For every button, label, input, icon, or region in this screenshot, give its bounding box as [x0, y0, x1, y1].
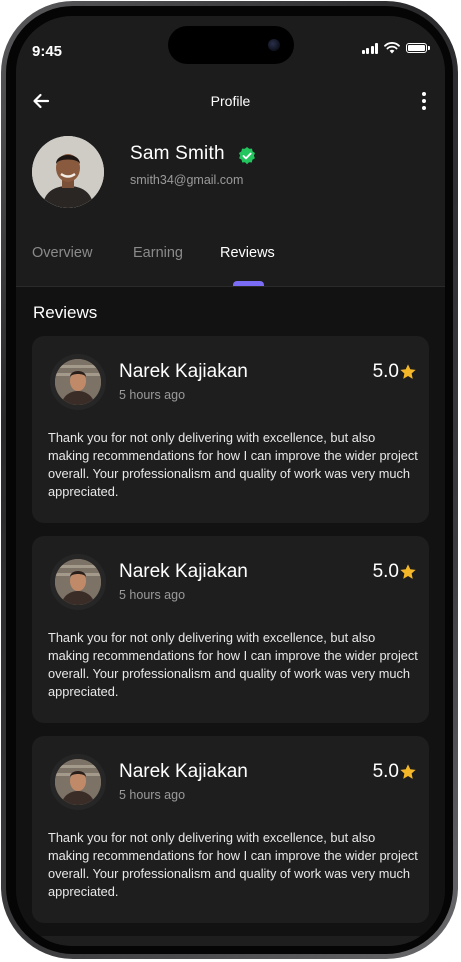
review-time: 5 hours ago	[119, 588, 186, 602]
review-time: 5 hours ago	[119, 388, 186, 402]
wifi-icon	[384, 42, 400, 54]
camera-icon	[268, 39, 280, 51]
star-icon	[400, 364, 416, 379]
tab-earning[interactable]: Earning	[133, 245, 183, 261]
review-card-partial	[32, 936, 429, 946]
active-tab-indicator	[233, 281, 264, 286]
reviewer-name: Narek Kajiakan	[119, 561, 248, 582]
reviewer-avatar[interactable]	[50, 554, 106, 610]
reviews-section-title: Reviews	[33, 303, 98, 322]
reviewer-name: Narek Kajiakan	[119, 361, 248, 382]
review-text: Thank you for not only delivering with e…	[48, 430, 418, 499]
review-rating: 5.0	[372, 761, 399, 782]
review-card: Narek Kajiakan 5 hours ago 5.0 Thank you…	[32, 536, 429, 723]
tab-overview[interactable]: Overview	[32, 245, 92, 261]
tabs-divider	[16, 286, 445, 287]
dynamic-island	[168, 26, 294, 64]
reviewer-name: Narek Kajiakan	[119, 761, 248, 782]
star-icon	[400, 564, 416, 579]
star-icon	[400, 764, 416, 779]
review-card: Narek Kajiakan 5 hours ago 5.0 Thank you…	[32, 736, 429, 923]
review-time: 5 hours ago	[119, 788, 186, 802]
avatar-photo	[32, 136, 104, 208]
review-rating: 5.0	[372, 361, 399, 382]
profile-name: Sam Smith	[130, 143, 225, 164]
more-options-icon[interactable]	[415, 90, 433, 112]
battery-icon	[406, 43, 430, 53]
status-icons	[361, 42, 430, 54]
verified-badge-icon	[239, 147, 255, 165]
tab-reviews[interactable]: Reviews	[220, 245, 275, 261]
review-rating: 5.0	[372, 561, 399, 582]
profile-avatar[interactable]	[32, 136, 104, 208]
screen: 9:45 Profile Sam Smith smith34@gmail.com…	[16, 16, 445, 946]
status-time: 9:45	[32, 43, 63, 60]
review-text: Thank you for not only delivering with e…	[48, 630, 418, 699]
reviewer-avatar[interactable]	[50, 754, 106, 810]
review-text: Thank you for not only delivering with e…	[48, 830, 418, 899]
profile-email: smith34@gmail.com	[130, 173, 244, 187]
page-title: Profile	[210, 93, 251, 109]
reviewer-avatar[interactable]	[50, 354, 106, 410]
cellular-signal-icon	[361, 42, 378, 54]
review-card: Narek Kajiakan 5 hours ago 5.0 Thank you…	[32, 336, 429, 523]
